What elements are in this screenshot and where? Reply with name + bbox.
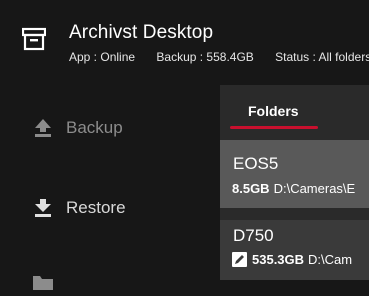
folder-name: D750 [233,226,274,245]
archive-icon [21,27,47,56]
nav-item-restore[interactable]: Restore [32,194,126,222]
folders-status: Status : All folders [275,50,369,64]
nav-item-folders[interactable] [32,268,66,296]
folder-meta: 535.3GB D:\Cam [232,252,352,267]
tab-folders[interactable]: Folders [248,103,299,119]
folder-icon [32,271,54,293]
app-header: Archivst Desktop App : Online Backup : 5… [0,0,369,84]
folders-panel: Folders EOS5 8.5GB D:\Cameras\E D750 535… [220,85,369,280]
app-title: Archivst Desktop [69,22,214,43]
nav-restore-label: Restore [66,198,126,217]
folder-card[interactable]: D750 535.3GB D:\Cam [220,220,369,280]
backup-status: Backup : 558.4GB [156,50,254,64]
nav-backup-label: Backup [66,118,123,137]
folder-name: EOS5 [233,154,279,173]
folder-path: D:\Cameras\E [273,181,356,196]
nav-item-backup[interactable]: Backup [32,114,123,142]
app-status: App : Online [69,50,136,64]
folder-size: 535.3GB [252,252,305,267]
folder-path: D:\Cam [308,252,353,267]
tab-active-indicator [230,126,318,129]
download-icon [32,197,54,219]
folder-size: 8.5GB [232,181,270,196]
upload-icon [32,117,54,139]
tab-bar: Folders [220,85,369,139]
folder-meta: 8.5GB D:\Cameras\E [232,181,355,196]
folder-card[interactable]: EOS5 8.5GB D:\Cameras\E [220,140,369,208]
sync-edit-icon [232,252,248,267]
status-line: App : Online Backup : 558.4GB Status : A… [69,50,369,64]
